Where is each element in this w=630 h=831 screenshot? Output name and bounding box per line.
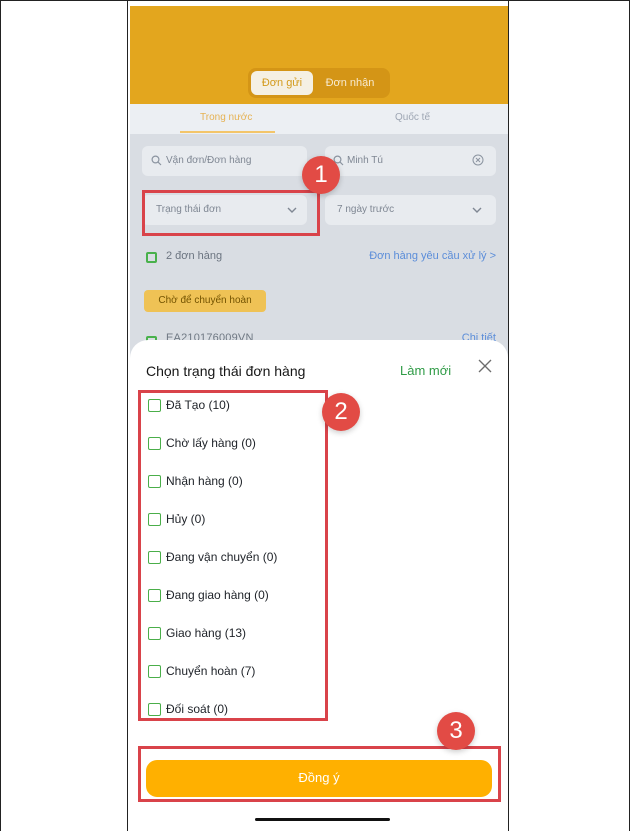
region-tabs: Trong nước Quốc tế	[130, 104, 508, 134]
chevron-down-icon	[472, 207, 482, 213]
close-icon[interactable]	[477, 358, 493, 374]
table-border-inner-right	[508, 0, 509, 831]
tab-received-orders[interactable]: Đơn nhận	[314, 71, 386, 95]
sheet-title: Chọn trạng thái đơn hàng	[146, 363, 306, 379]
step-badge-2: 2	[322, 393, 360, 431]
search-icon	[151, 155, 162, 166]
tab-international[interactable]: Quốc tế	[395, 112, 430, 123]
table-border-top	[0, 0, 630, 1]
search-placeholder: Vận đơn/Đơn hàng	[166, 155, 252, 166]
tab-domestic[interactable]: Trong nước	[200, 112, 252, 123]
request-orders-link[interactable]: Đơn hàng yêu cầu xử lý >	[369, 250, 496, 262]
send-receive-switch[interactable]: Đơn gửi Đơn nhận	[248, 68, 390, 98]
table-border-inner-left	[127, 0, 128, 831]
date-range-dropdown[interactable]: 7 ngày trước	[325, 195, 496, 225]
refresh-button[interactable]: Làm mới	[400, 363, 451, 378]
search-input[interactable]: Vận đơn/Đơn hàng	[142, 146, 307, 176]
highlight-status-filter	[142, 190, 320, 236]
person-filter-value: Minh Tú	[347, 155, 383, 166]
step-badge-1: 1	[302, 156, 340, 194]
select-all-row: 2 đơn hàng Đơn hàng yêu cầu xử lý >	[146, 249, 496, 269]
highlight-status-list	[138, 390, 328, 721]
person-filter-input[interactable]: Minh Tú	[325, 146, 496, 176]
tab-sent-orders[interactable]: Đơn gửi	[251, 71, 313, 95]
status-chip: Chờ để chuyển hoàn	[144, 290, 266, 312]
order-count: 2 đơn hàng	[166, 250, 223, 262]
date-range-label: 7 ngày trước	[337, 204, 395, 215]
clear-icon[interactable]	[472, 154, 484, 166]
highlight-confirm-button	[138, 746, 501, 802]
select-all-checkbox[interactable]	[146, 252, 157, 263]
step-badge-3: 3	[437, 712, 475, 750]
active-tab-underline	[180, 131, 275, 133]
table-border-left	[0, 0, 1, 831]
home-indicator	[255, 818, 390, 821]
phone-screenshot: Đơn gửi Đơn nhận Trong nước Quốc tế Vận …	[130, 6, 508, 831]
